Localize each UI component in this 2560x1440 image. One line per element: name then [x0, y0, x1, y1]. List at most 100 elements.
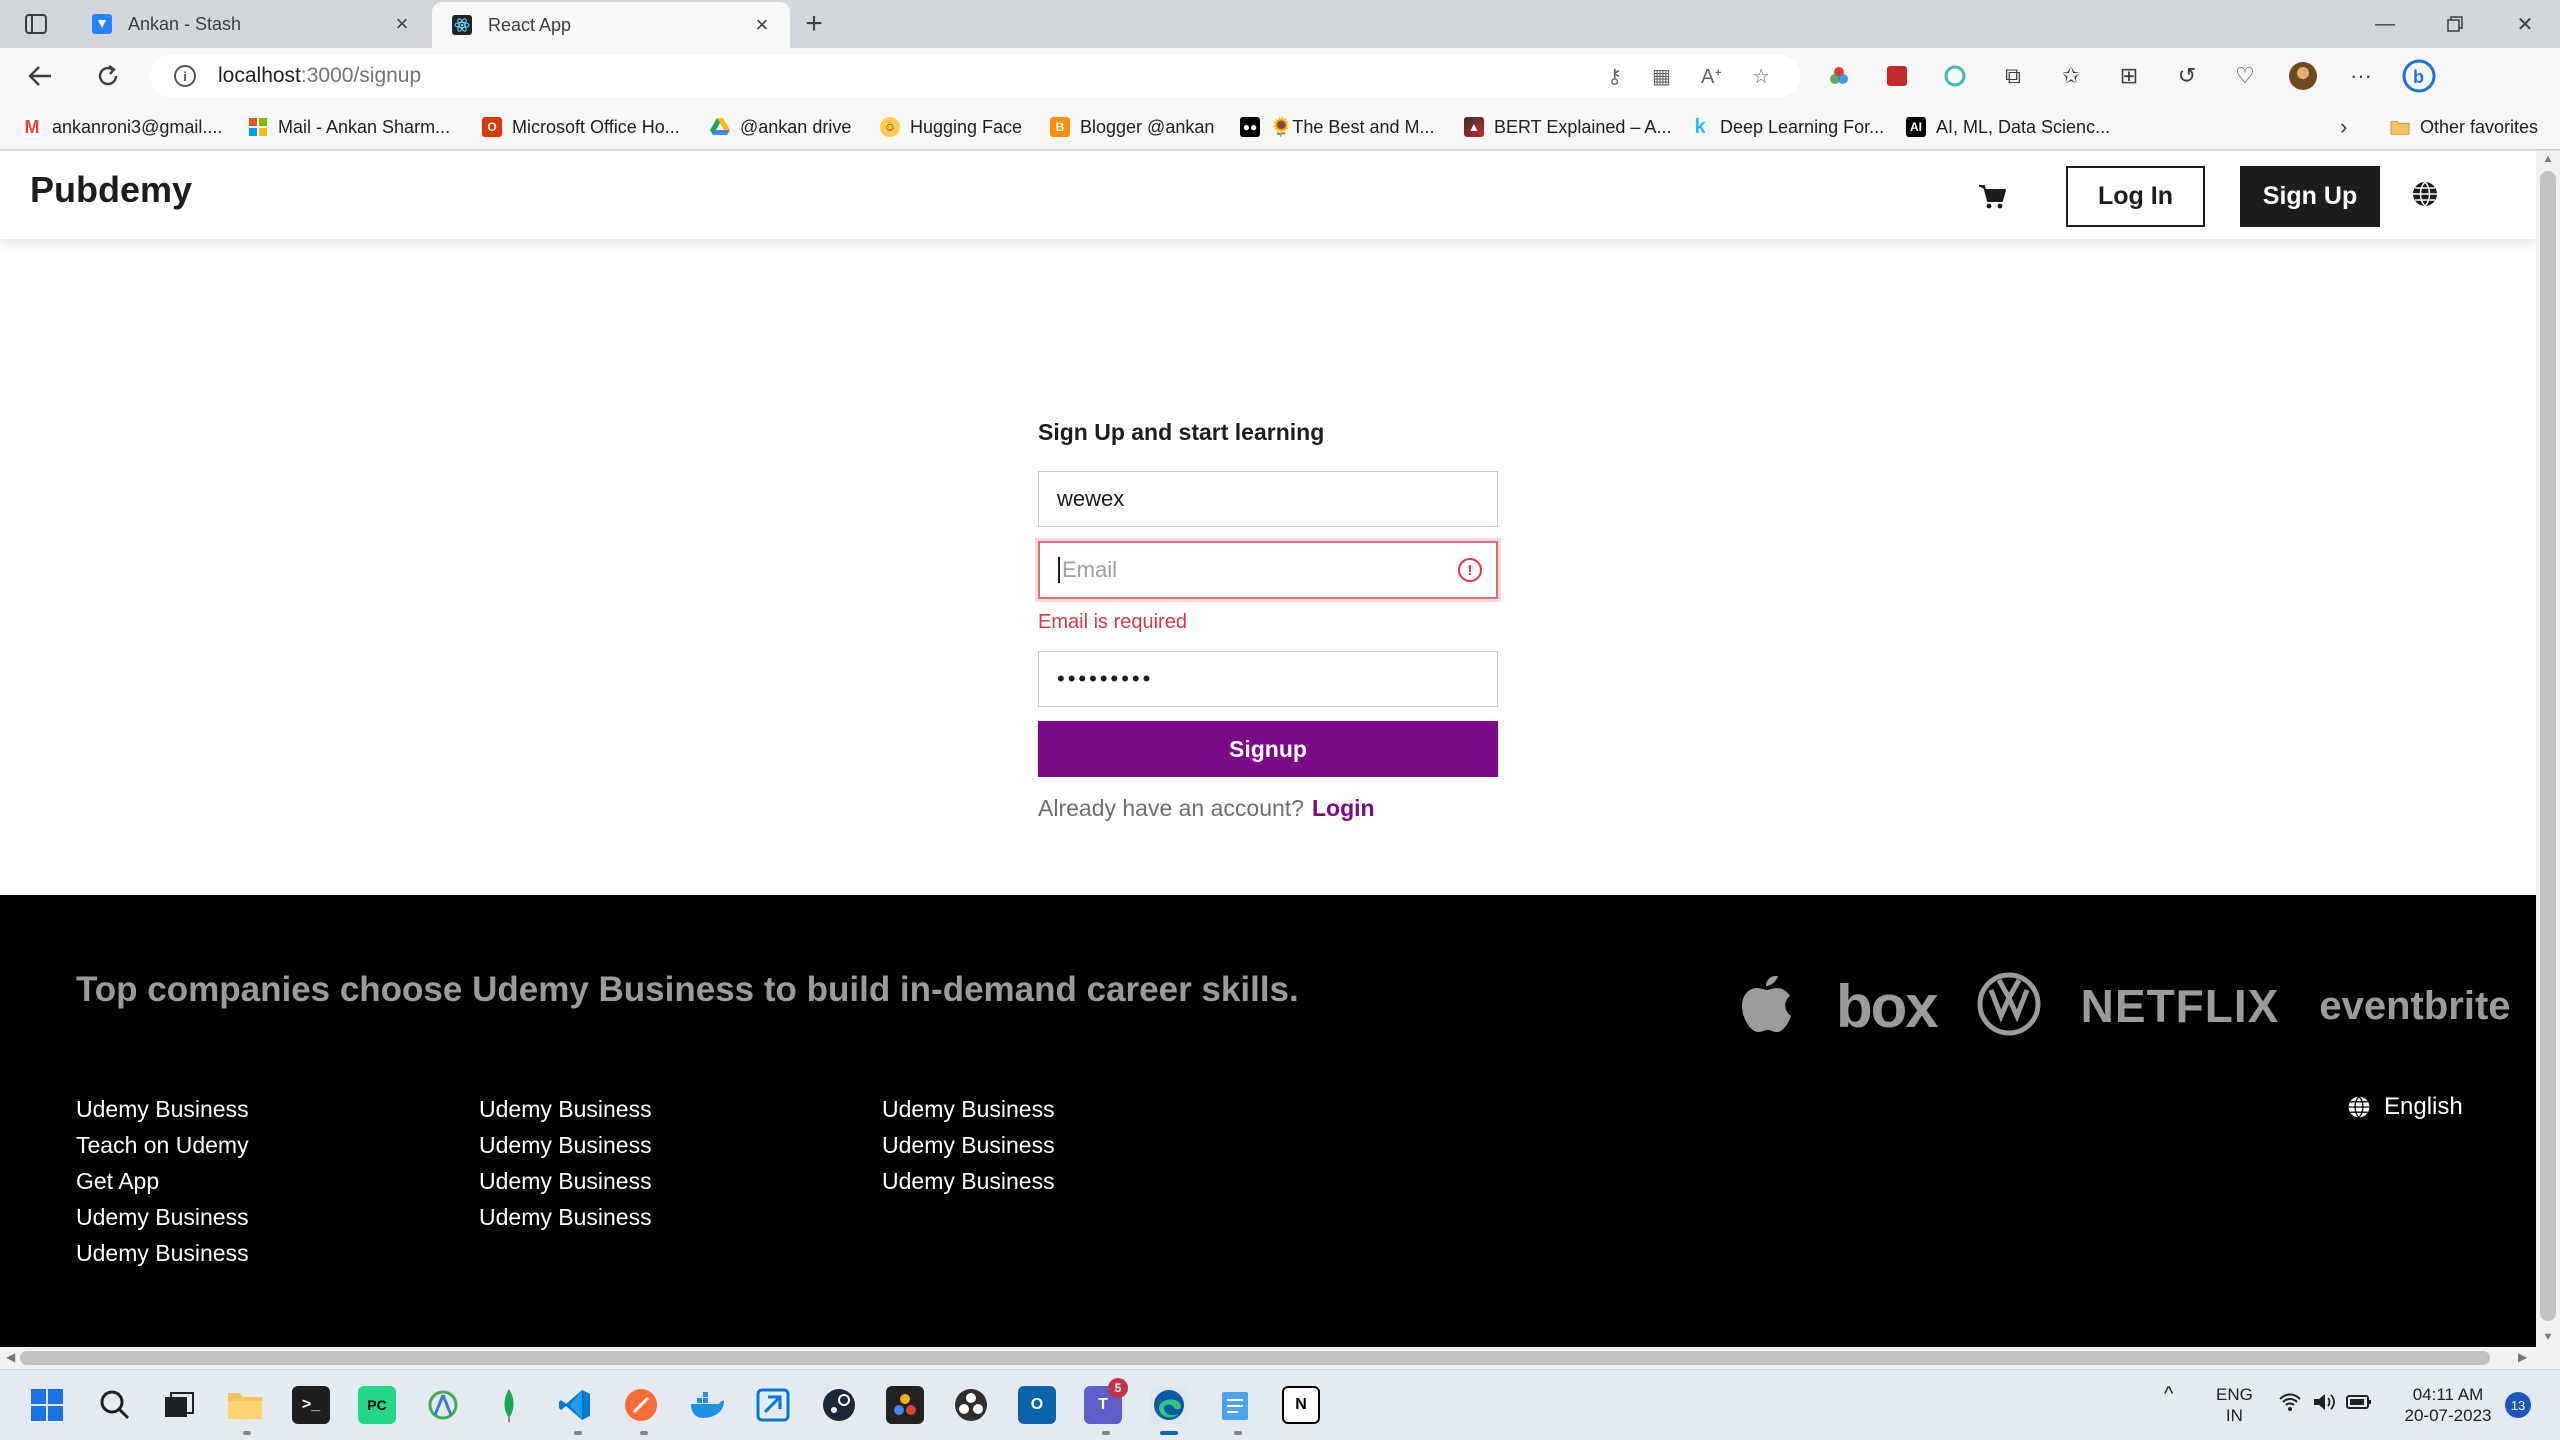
refresh-icon[interactable] — [90, 58, 126, 94]
site-info-icon[interactable]: i — [174, 65, 196, 87]
sideloader-icon[interactable] — [754, 1386, 792, 1424]
bookmark-bert[interactable]: ▲ BERT Explained – A... — [1464, 114, 1671, 140]
bookmark-kaggle[interactable]: k Deep Learning For... — [1690, 114, 1884, 140]
davinci-resolve-icon[interactable] — [886, 1386, 924, 1424]
login-link[interactable]: Login — [1312, 795, 1375, 821]
docker-icon[interactable] — [688, 1386, 726, 1424]
bookmark-gmail[interactable]: M ankanroni3@gmail.... — [22, 114, 222, 140]
close-window-button[interactable]: ✕ — [2490, 0, 2560, 48]
name-field[interactable]: wewex — [1038, 471, 1498, 527]
extension-red-icon[interactable] — [1878, 58, 1916, 94]
bookmark-ai-ml[interactable]: AI AI, ML, Data Scienc... — [1906, 114, 2110, 140]
minimize-button[interactable]: — — [2350, 0, 2420, 48]
battery-icon[interactable] — [2346, 1392, 2372, 1417]
more-menu-icon[interactable]: ··· — [2342, 58, 2380, 94]
bookmark-other-favorites[interactable]: Other favorites — [2390, 114, 2538, 140]
tab-react-app[interactable]: React App × — [432, 2, 790, 48]
postman-icon[interactable] — [622, 1386, 660, 1424]
close-tab-icon[interactable]: × — [390, 11, 414, 36]
address-bar[interactable]: i localhost:3000/signup ⚷ ▦ Aᐩ ☆ — [150, 55, 1800, 97]
email-field[interactable]: Email ! — [1038, 541, 1498, 599]
eventbrite-logo: eventbrite — [2319, 983, 2511, 1028]
password-field[interactable]: ••••••••• — [1038, 651, 1498, 707]
back-icon[interactable] — [22, 58, 58, 94]
read-aloud-icon[interactable]: Aᐩ — [1701, 64, 1722, 89]
clock[interactable]: 04:11 AM 20-07-2023 — [2400, 1384, 2496, 1426]
mongodb-icon[interactable] — [490, 1386, 528, 1424]
favorite-star-icon[interactable]: ☆ — [1752, 64, 1770, 89]
anaconda-icon[interactable] — [424, 1386, 462, 1424]
scroll-left-icon[interactable]: ◀ — [6, 1350, 15, 1364]
vertical-scrollbar[interactable]: ▲ ▼ — [2536, 151, 2560, 1347]
obs-icon[interactable] — [952, 1386, 990, 1424]
tab-actions-icon[interactable] — [20, 10, 52, 38]
close-tab-icon[interactable]: × — [750, 12, 774, 37]
scrollbar-thumb[interactable] — [2540, 171, 2556, 1321]
pycharm-icon[interactable]: PC — [358, 1386, 396, 1424]
key-icon[interactable]: ⚷ — [1607, 64, 1622, 89]
start-icon[interactable] — [28, 1386, 66, 1424]
outlook-icon[interactable]: O — [1018, 1386, 1056, 1424]
input-language[interactable]: ENG IN — [2216, 1384, 2253, 1426]
signup-submit-button[interactable]: Signup — [1038, 721, 1498, 777]
volume-icon[interactable] — [2312, 1392, 2336, 1417]
footer-link[interactable]: Udemy Business — [479, 1163, 652, 1199]
cart-icon[interactable] — [1975, 179, 2009, 213]
footer-link[interactable]: Udemy Business — [479, 1091, 652, 1127]
notion-icon[interactable]: N — [1282, 1386, 1320, 1424]
globe-icon[interactable] — [2410, 179, 2444, 213]
bookmark-hugging-face[interactable]: ☺ Hugging Face — [880, 114, 1022, 140]
scrollbar-thumb[interactable] — [20, 1351, 2490, 1365]
favorites-icon[interactable]: ✩ — [2052, 58, 2090, 94]
footer-link[interactable]: Udemy Business — [479, 1127, 652, 1163]
site-logo[interactable]: Pubdemy — [30, 169, 192, 211]
bookmark-blogger[interactable]: B Blogger @ankan — [1050, 114, 1214, 140]
bookmark-mail[interactable]: Mail - Ankan Sharm... — [248, 114, 450, 140]
extensions-puzzle-icon[interactable]: ⧉ — [1994, 58, 2032, 94]
show-hidden-icons-chevron-icon[interactable]: ^ — [2164, 1384, 2173, 1405]
history-icon[interactable]: ↺ — [2168, 58, 2206, 94]
footer-link[interactable]: Udemy Business — [76, 1235, 249, 1271]
footer-link[interactable]: Udemy Business — [882, 1127, 1055, 1163]
footer-link[interactable]: Udemy Business — [882, 1091, 1055, 1127]
gmail-icon: M — [22, 117, 42, 137]
footer-link[interactable]: Udemy Business — [76, 1091, 249, 1127]
extension-circle-icon[interactable] — [1936, 58, 1974, 94]
bookmark-office[interactable]: O Microsoft Office Ho... — [482, 114, 680, 140]
bookmark-drive[interactable]: @ankan drive — [710, 114, 851, 140]
edge-icon[interactable] — [1150, 1386, 1188, 1424]
file-explorer-icon[interactable] — [226, 1386, 264, 1424]
tab-ankan-stash[interactable]: Ankan - Stash × — [72, 0, 430, 48]
restore-button[interactable] — [2420, 0, 2490, 48]
vscode-icon[interactable] — [556, 1386, 594, 1424]
bookmark-medium[interactable]: ●● 🌻The Best and M... — [1240, 114, 1434, 140]
scroll-right-icon[interactable]: ▶ — [2518, 1350, 2527, 1364]
performance-icon[interactable]: ♡ — [2226, 58, 2264, 94]
notepad-icon[interactable] — [1216, 1386, 1254, 1424]
signup-button[interactable]: Sign Up — [2240, 166, 2380, 227]
new-tab-button[interactable]: + — [796, 6, 832, 42]
scroll-down-icon[interactable]: ▼ — [2540, 1331, 2556, 1345]
steam-icon[interactable] — [820, 1386, 858, 1424]
footer-link[interactable]: Udemy Business — [479, 1199, 652, 1235]
footer-link[interactable]: Get App — [76, 1163, 249, 1199]
footer-link[interactable]: Udemy Business — [882, 1163, 1055, 1199]
notification-badge[interactable]: 13 — [2505, 1392, 2531, 1418]
footer-link[interactable]: Udemy Business — [76, 1199, 249, 1235]
language-selector[interactable]: English — [2346, 1093, 2463, 1121]
search-icon[interactable] — [96, 1386, 134, 1424]
terminal-icon[interactable]: >_ — [292, 1386, 330, 1424]
collections-icon[interactable]: ⊞ — [2110, 58, 2148, 94]
bing-copilot-icon[interactable]: b — [2400, 58, 2438, 94]
drive-icon — [710, 117, 730, 137]
profile-avatar[interactable] — [2284, 58, 2322, 94]
login-button[interactable]: Log In — [2066, 166, 2205, 227]
task-view-icon[interactable] — [160, 1386, 198, 1424]
wifi-icon[interactable] — [2278, 1392, 2302, 1417]
bookmarks-overflow-chevron-icon[interactable]: › — [2340, 114, 2347, 140]
horizontal-scrollbar[interactable]: ◀ ▶ — [0, 1347, 2560, 1369]
scroll-up-icon[interactable]: ▲ — [2540, 153, 2556, 167]
apps-icon[interactable]: ▦ — [1652, 64, 1671, 89]
footer-link[interactable]: Teach on Udemy — [76, 1127, 249, 1163]
color-picker-icon[interactable] — [1820, 58, 1858, 94]
